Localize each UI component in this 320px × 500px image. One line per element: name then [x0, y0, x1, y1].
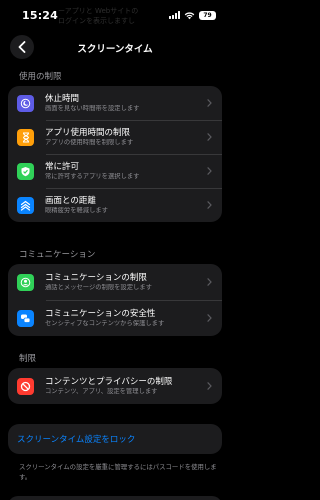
chat-bubbles-icon	[17, 309, 34, 327]
row-subtitle: コンテンツ、アプリ、設定を管理します	[45, 387, 158, 395]
section-header-limits: 使用の制限	[19, 72, 62, 82]
next-group-edge	[8, 496, 222, 500]
section-header-restrictions: 制限	[19, 354, 37, 364]
communication-group: コミュニケーションの制限 通話とメッセージの制限を設定します コミュニケーション…	[8, 264, 222, 336]
row-subtitle: アプリの使用時間を制限します	[45, 138, 134, 146]
page-title: スクリーンタイム	[77, 44, 153, 55]
status-time: 15:24	[22, 8, 59, 22]
lock-footnote: スクリーンタイムの設定を厳重に管理するにはパスコードを使用します。	[19, 463, 217, 481]
row-communication-limits[interactable]: コミュニケーションの制限 通話とメッセージの制限を設定します	[8, 264, 222, 300]
lock-screen-time-settings-button[interactable]: スクリーンタイム設定をロック	[8, 424, 222, 454]
row-screen-distance[interactable]: 画面との距離 眼精疲労を軽減します	[8, 188, 222, 222]
screen-time-screen: ーアプリと Webサイトの ログインを表示しますし 15:24 79 スクリーン…	[0, 0, 230, 500]
row-content-privacy[interactable]: コンテンツとプライバシーの制限 コンテンツ、アプリ、設定を管理します	[8, 368, 222, 404]
moon-icon	[17, 94, 34, 112]
row-title: 常に許可	[45, 161, 80, 172]
person-icon	[17, 273, 34, 291]
chevron-right-icon	[207, 99, 212, 107]
restricted-icon	[17, 377, 34, 395]
row-title: 画面との距離	[45, 195, 96, 206]
row-title: 休止時間	[45, 93, 80, 104]
chevron-right-icon	[207, 314, 212, 322]
chevron-right-icon	[207, 167, 212, 175]
row-downtime[interactable]: 休止時間 画面を見ない時間帯を設定します	[8, 86, 222, 120]
row-always-allowed[interactable]: 常に許可 常に許可するアプリを選択します	[8, 154, 222, 188]
row-title: コミュニケーションの制限	[45, 272, 147, 283]
row-subtitle: センシティブなコンテンツから保護します	[45, 319, 165, 327]
chevron-right-icon	[207, 382, 212, 390]
status-icons: 79	[169, 10, 216, 20]
row-subtitle: 通話とメッセージの制限を設定します	[45, 283, 152, 291]
wifi-icon	[184, 11, 195, 19]
nav-bar: スクリーンタイム	[0, 34, 230, 62]
hourglass-icon	[17, 128, 34, 146]
row-app-limits[interactable]: アプリ使用時間の制限 アプリの使用時間を制限します	[8, 120, 222, 154]
row-subtitle: 画面を見ない時間帯を設定します	[45, 104, 140, 112]
row-title: コンテンツとプライバシーの制限	[45, 376, 173, 387]
lock-settings-label: スクリーンタイム設定をロック	[17, 435, 136, 445]
row-title: コミュニケーションの安全性	[45, 308, 156, 319]
row-subtitle: 常に許可するアプリを選択します	[45, 172, 140, 180]
checkmark-icon	[17, 162, 34, 180]
chevron-right-icon	[207, 133, 212, 141]
section-header-communication: コミュニケーション	[19, 250, 96, 260]
row-title: アプリ使用時間の制限	[45, 127, 131, 138]
limits-group: 休止時間 画面を見ない時間帯を設定します アプリ使用時間の制限 アプリの使用時間…	[8, 86, 222, 222]
row-subtitle: 眼精疲労を軽減します	[45, 206, 108, 214]
battery-indicator: 79	[199, 10, 216, 20]
row-communication-safety[interactable]: コミュニケーションの安全性 センシティブなコンテンツから保護します	[8, 300, 222, 336]
distance-icon	[17, 196, 34, 214]
cellular-signal-icon	[169, 11, 180, 19]
status-bar: 15:24 79	[0, 0, 230, 30]
restrictions-group: コンテンツとプライバシーの制限 コンテンツ、アプリ、設定を管理します	[8, 368, 222, 404]
chevron-right-icon	[207, 201, 212, 209]
chevron-right-icon	[207, 278, 212, 286]
